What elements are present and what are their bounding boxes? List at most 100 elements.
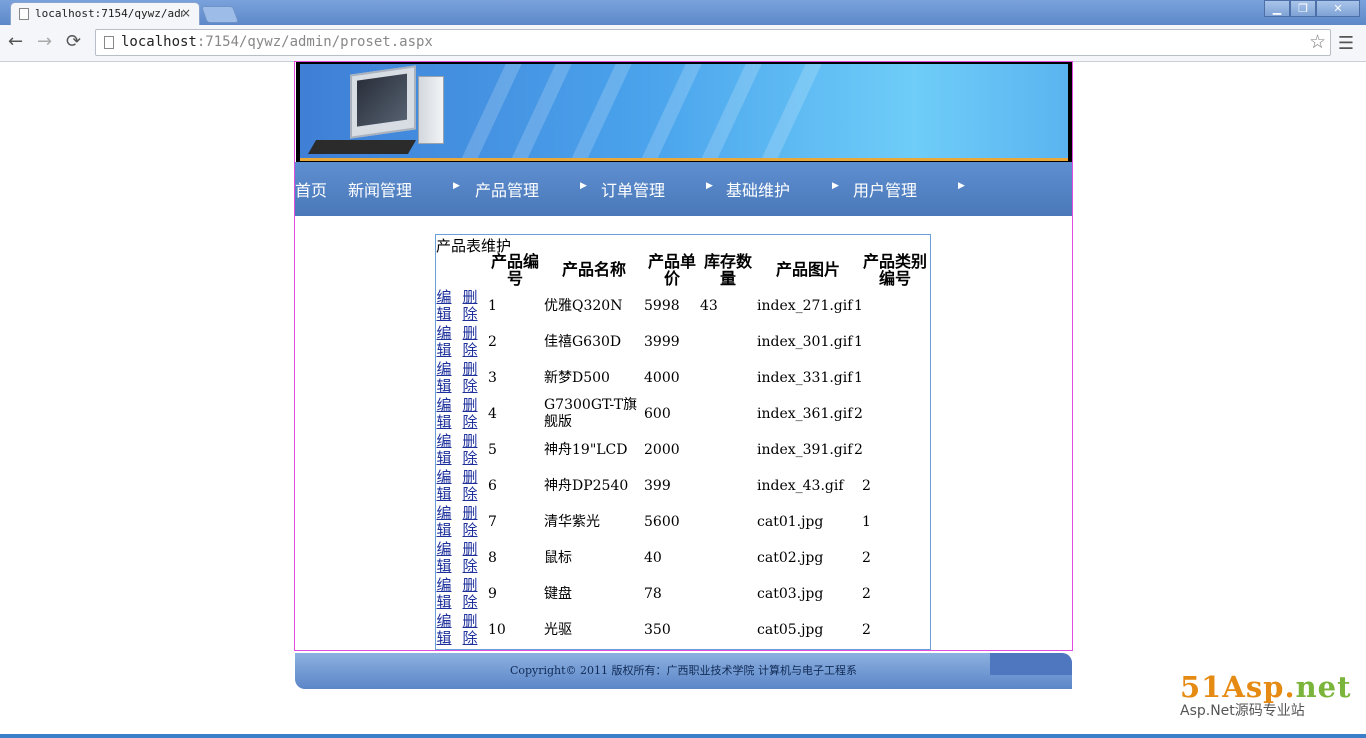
delete-link[interactable]: 删除	[462, 469, 478, 503]
cell-product-name: 新梦D500	[544, 370, 610, 386]
cell-price: 3999	[644, 334, 680, 350]
url-path: :7154/qywz/admin/proset.aspx	[196, 34, 433, 50]
edit-link[interactable]: 编辑	[436, 325, 452, 359]
delete-link[interactable]: 删除	[462, 613, 478, 647]
page-icon	[104, 36, 114, 49]
browser-titlebar: localhost:7154/qywz/adm × ▁ ❐ ✕	[0, 0, 1366, 25]
edit-link[interactable]: 编辑	[436, 397, 452, 431]
nav-item-orders[interactable]: 订单管理	[601, 177, 665, 201]
cell-product-id: 5	[488, 442, 497, 458]
reload-icon[interactable]: ⟳	[66, 32, 81, 52]
cell-image: cat03.jpg	[757, 586, 824, 602]
cell-category: 2	[854, 442, 863, 458]
cell-category: 1	[854, 370, 863, 386]
edit-link[interactable]: 编辑	[436, 469, 452, 503]
table-row: 编辑 删除 8 鼠标 40 cat02.jpg 2	[436, 541, 930, 577]
cell-product-name: 清华紫光	[544, 514, 600, 530]
delete-link[interactable]: 删除	[462, 361, 478, 395]
delete-link[interactable]: 删除	[462, 541, 478, 575]
edit-link[interactable]: 编辑	[436, 577, 452, 611]
cell-price: 399	[644, 478, 671, 494]
edit-link[interactable]: 编辑	[436, 541, 452, 575]
edit-link[interactable]: 编辑	[436, 433, 452, 467]
cell-price: 78	[644, 586, 662, 602]
header-price: 产品单价	[647, 252, 696, 288]
table-row: 编辑 删除 7 清华紫光 5600 cat01.jpg 1	[436, 505, 930, 541]
cell-category: 2	[862, 586, 871, 602]
banner-image	[300, 64, 1068, 160]
minimize-button[interactable]: ▁	[1264, 0, 1290, 17]
table-row: 编辑 删除 9 键盘 78 cat03.jpg 2	[436, 577, 930, 613]
tab-close-icon[interactable]: ×	[181, 6, 191, 20]
cell-stock: 43	[700, 298, 718, 314]
forward-icon[interactable]: →	[37, 32, 52, 52]
cell-product-id: 3	[488, 370, 497, 386]
cell-image: index_391.gif	[757, 442, 853, 458]
cell-category: 1	[862, 514, 871, 530]
cell-product-name: G7300GT-T旗舰版	[544, 397, 638, 430]
cell-category: 2	[854, 406, 863, 422]
new-tab-button[interactable]	[200, 6, 240, 23]
cell-image: index_301.gif	[757, 334, 853, 350]
cell-product-id: 8	[488, 550, 497, 566]
cell-price: 40	[644, 550, 662, 566]
cell-image: index_331.gif	[757, 370, 853, 386]
delete-link[interactable]: 删除	[462, 433, 478, 467]
nav-item-news[interactable]: 新闻管理	[348, 177, 412, 201]
header-product-name: 产品名称	[561, 260, 626, 279]
cell-price: 4000	[644, 370, 680, 386]
header-stock: 库存数量	[703, 252, 752, 288]
url-text[interactable]: localhost:7154/qywz/admin/proset.aspx	[121, 34, 433, 50]
cell-image: index_43.gif	[757, 478, 844, 494]
table-row: 编辑 删除 4 G7300GT-T旗舰版 600 index_361.gif 2	[436, 397, 930, 433]
page-icon	[19, 8, 29, 20]
nav-item-users[interactable]: 用户管理	[853, 177, 917, 201]
url-host: localhost	[121, 34, 197, 50]
cell-image: cat01.jpg	[757, 514, 824, 530]
cell-product-name: 光驱	[544, 622, 572, 638]
back-icon[interactable]: ←	[8, 32, 23, 52]
browser-tab[interactable]: localhost:7154/qywz/adm ×	[10, 2, 200, 25]
header-category: 产品类别编号	[862, 252, 927, 288]
page-container: 首页 新闻管理 ▶ 产品管理 ▶ 订单管理 ▶ 基础维护 ▶ 用户管理 ▶ 产品…	[294, 61, 1073, 651]
tab-title: localhost:7154/qywz/adm	[35, 7, 183, 20]
delete-link[interactable]: 删除	[462, 577, 478, 611]
table-row: 编辑 删除 3 新梦D500 4000 index_331.gif 1	[436, 361, 930, 397]
restore-button[interactable]: ❐	[1290, 0, 1316, 17]
cell-category: 2	[862, 550, 871, 566]
delete-link[interactable]: 删除	[462, 505, 478, 539]
edit-link[interactable]: 编辑	[436, 289, 452, 323]
cell-product-id: 7	[488, 514, 497, 530]
menu-icon[interactable]: ☰	[1338, 33, 1354, 54]
nav-arrow-icon: ▶	[580, 181, 587, 191]
delete-link[interactable]: 删除	[462, 397, 478, 431]
cell-price: 2000	[644, 442, 680, 458]
address-bar[interactable]: localhost:7154/qywz/admin/proset.aspx ☆	[95, 29, 1331, 56]
table-row: 编辑 删除 2 佳禧G630D 3999 index_301.gif 1	[436, 325, 930, 361]
cell-price: 5600	[644, 514, 680, 530]
close-window-button[interactable]: ✕	[1316, 0, 1360, 17]
edit-link[interactable]: 编辑	[436, 505, 452, 539]
bookmark-star-icon[interactable]: ☆	[1309, 31, 1326, 53]
nav-item-basic[interactable]: 基础维护	[726, 177, 790, 201]
cell-product-name: 鼠标	[544, 550, 572, 566]
delete-link[interactable]: 删除	[462, 289, 478, 323]
delete-link[interactable]: 删除	[462, 325, 478, 359]
nav-arrow-icon: ▶	[706, 181, 713, 191]
table-row: 编辑 删除 5 神舟19"LCD 2000 index_391.gif 2	[436, 433, 930, 469]
cell-category: 2	[862, 622, 871, 638]
cell-product-id: 6	[488, 478, 497, 494]
cell-product-name: 佳禧G630D	[544, 334, 622, 350]
nav-item-products[interactable]: 产品管理	[475, 177, 539, 201]
cell-product-id: 2	[488, 334, 497, 350]
watermark-brand-suffix: net	[1295, 670, 1352, 704]
cell-product-id: 4	[488, 406, 497, 422]
edit-link[interactable]: 编辑	[436, 361, 452, 395]
copyright-text: Copyright© 2011 版权所有：广西职业技术学院 计算机与电子工程系	[509, 664, 858, 677]
nav-arrow-icon: ▶	[453, 181, 460, 191]
edit-link[interactable]: 编辑	[436, 613, 452, 647]
cell-product-name: 神舟DP2540	[544, 478, 629, 494]
cell-product-name: 神舟19"LCD	[544, 442, 628, 458]
nav-item-home[interactable]: 首页	[295, 177, 327, 201]
main-nav: 首页 新闻管理 ▶ 产品管理 ▶ 订单管理 ▶ 基础维护 ▶ 用户管理 ▶	[295, 162, 1072, 216]
